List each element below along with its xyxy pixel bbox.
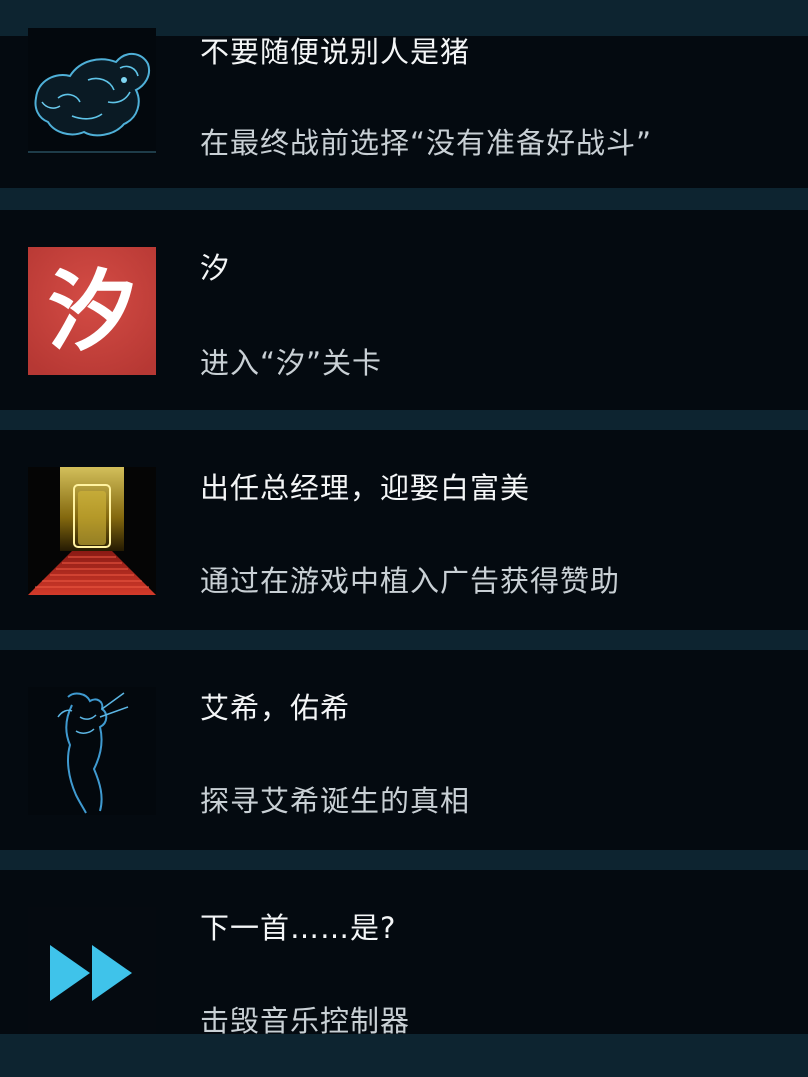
divider bbox=[0, 630, 808, 650]
achievement-description: 进入“汐”关卡 bbox=[200, 346, 383, 380]
achievement-description: 通过在游戏中植入广告获得赞助 bbox=[200, 564, 621, 598]
achievement-card[interactable]: 下一首……是? 击毁音乐控制器 bbox=[0, 870, 808, 1038]
achievement-title: 艾希，佑希 bbox=[200, 691, 351, 725]
golden-door-icon bbox=[28, 467, 156, 595]
achievement-title: 不要随便说别人是猪 bbox=[200, 35, 471, 69]
achievement-card[interactable]: 艾希，佑希 探寻艾希诞生的真相 bbox=[0, 650, 808, 850]
pig-icon bbox=[28, 28, 156, 154]
xi-character-icon: 汐 bbox=[28, 247, 156, 375]
divider bbox=[0, 188, 808, 210]
achievement-card[interactable]: 出任总经理，迎娶白富美 通过在游戏中植入广告获得赞助 bbox=[0, 430, 808, 630]
achievement-list: 不要随便说别人是猪 在最终战前选择“没有准备好战斗” 汐 汐 进入“汐”关卡 出… bbox=[0, 0, 808, 1077]
xi-glyph: 汐 bbox=[47, 259, 136, 363]
divider bbox=[0, 410, 808, 430]
figure-icon bbox=[28, 687, 156, 815]
achievement-title: 下一首……是? bbox=[200, 911, 397, 945]
fast-forward-icon bbox=[28, 907, 156, 1034]
divider bbox=[0, 850, 808, 870]
achievement-description: 探寻艾希诞生的真相 bbox=[200, 784, 471, 818]
achievement-card[interactable]: 汐 汐 进入“汐”关卡 bbox=[0, 210, 808, 410]
achievement-title: 出任总经理，迎娶白富美 bbox=[200, 471, 531, 505]
achievement-title: 汐 bbox=[200, 251, 231, 285]
achievement-description: 在最终战前选择“没有准备好战斗” bbox=[200, 126, 653, 160]
divider bbox=[0, 1034, 808, 1077]
achievement-card[interactable]: 不要随便说别人是猪 在最终战前选择“没有准备好战斗” bbox=[0, 28, 808, 188]
